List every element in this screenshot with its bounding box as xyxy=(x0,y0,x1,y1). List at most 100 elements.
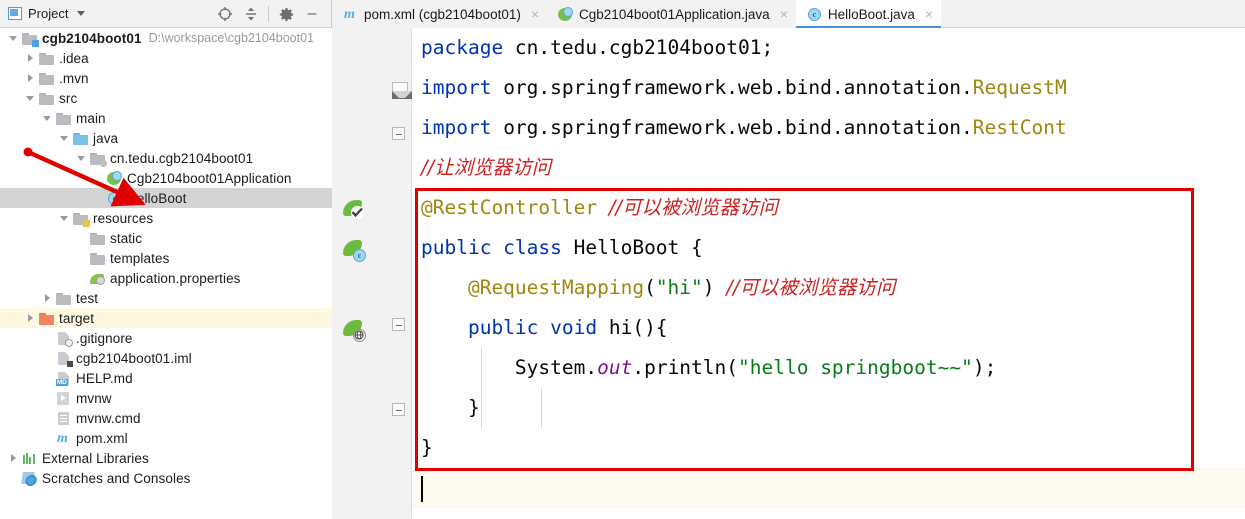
project-title-dropdown[interactable]: Project xyxy=(0,6,86,21)
chevron-right-icon[interactable] xyxy=(42,293,53,304)
fold-marker-import-2[interactable] xyxy=(392,127,405,140)
code-token: package xyxy=(421,36,515,59)
editor-tab-helloboot-java[interactable]: c HelloBoot.java × xyxy=(795,0,942,28)
tree-item-help-md[interactable]: MD HELP.md xyxy=(0,368,332,388)
tree-item-label: java xyxy=(93,130,119,146)
source-root-icon xyxy=(72,131,89,146)
editor-tab-pom-xml-cgb2104boot01[interactable]: m pom.xml (cgb2104boot01) × xyxy=(332,0,548,28)
tree-item-label: pom.xml xyxy=(76,430,128,446)
tree-item-test[interactable]: test xyxy=(0,288,332,308)
project-tree[interactable]: cgb2104boot01 D:\workspace\cgb2104boot01.… xyxy=(0,28,332,519)
chevron-right-icon[interactable] xyxy=(25,73,36,84)
editor-tab-cgb2104boot01application-java[interactable]: Cgb2104boot01Application.java × xyxy=(547,0,796,28)
close-icon[interactable]: × xyxy=(531,7,539,21)
code-line: package cn.tedu.cgb2104boot01; xyxy=(421,28,773,68)
ide-window: Project cgb2104boot01 D:\workspace\cgb21… xyxy=(0,0,1245,519)
tree-item-target[interactable]: target xyxy=(0,308,332,328)
code-token: @RestController xyxy=(421,196,609,219)
chevron-down-icon[interactable] xyxy=(42,113,53,124)
minimize-icon[interactable] xyxy=(299,1,325,27)
tree-item-pom-xml[interactable]: m pom.xml xyxy=(0,428,332,448)
tree-item-main[interactable]: main xyxy=(0,108,332,128)
toolbar-divider xyxy=(268,6,269,22)
tree-item-resources[interactable]: resources xyxy=(0,208,332,228)
tree-item-label: templates xyxy=(110,250,170,266)
tree-item-mvn[interactable]: .mvn xyxy=(0,68,332,88)
maven-file-icon: m xyxy=(57,430,68,446)
tree-item-label: target xyxy=(59,310,95,326)
project-title: Project xyxy=(28,6,69,21)
collapse-all-icon[interactable] xyxy=(238,1,264,27)
chevron-down-icon[interactable] xyxy=(59,133,70,144)
tree-item-label: .mvn xyxy=(59,70,89,86)
spring-class-icon xyxy=(557,6,574,22)
chevron-right-icon[interactable] xyxy=(25,313,36,324)
tree-item-static[interactable]: static xyxy=(0,228,332,248)
editor-gutter[interactable]: c xyxy=(332,28,412,519)
tree-item-idea[interactable]: .idea xyxy=(0,48,332,68)
tree-item-cgb2104boot01[interactable]: cgb2104boot01 D:\workspace\cgb2104boot01 xyxy=(0,28,332,48)
folder-icon xyxy=(89,231,106,246)
tree-item-mvnw[interactable]: mvnw xyxy=(0,388,332,408)
code-line: import org.springframework.web.bind.anno… xyxy=(421,108,1067,148)
code-token: } xyxy=(421,436,433,459)
close-icon[interactable]: × xyxy=(780,7,788,21)
gear-icon[interactable] xyxy=(273,1,299,27)
tree-item-cn-tedu-cgb2104boot01[interactable]: cn.tedu.cgb2104boot01 xyxy=(0,148,332,168)
tree-item-application-properties[interactable]: application.properties xyxy=(0,268,332,288)
spring-class-icon xyxy=(106,170,123,186)
code-content[interactable]: package cn.tedu.cgb2104boot01; import org… xyxy=(413,28,1245,519)
fold-marker-class[interactable] xyxy=(392,403,405,416)
fold-marker-method[interactable] xyxy=(392,318,405,331)
editor-tab-label: HelloBoot.java xyxy=(827,6,915,22)
java-class-icon: c xyxy=(106,191,123,206)
project-toolbar-actions xyxy=(212,0,325,28)
chevron-down-icon[interactable] xyxy=(77,11,86,16)
code-token: //可以被浏览器访问 xyxy=(726,276,896,299)
code-token: //让浏览器访问 xyxy=(421,156,552,179)
spring-bean-checked-icon[interactable] xyxy=(342,198,364,220)
code-line: public class HelloBoot { xyxy=(421,228,703,268)
spring-class-icon[interactable]: c xyxy=(342,238,366,262)
folder-icon xyxy=(89,251,106,266)
package-icon xyxy=(89,151,107,167)
tree-item-helloboot[interactable]: c HelloBoot xyxy=(0,188,332,208)
project-toolbar: Project xyxy=(0,0,331,28)
chevron-down-icon[interactable] xyxy=(8,33,19,44)
chevron-down-icon[interactable] xyxy=(76,153,87,164)
tree-item-gitignore[interactable]: .gitignore xyxy=(0,328,332,348)
editor-tabs: m pom.xml (cgb2104boot01) × Cgb2104boot01Ap… xyxy=(332,0,1245,28)
tree-item-scratches-and-consoles[interactable]: Scratches and Consoles xyxy=(0,468,332,488)
spring-mapping-icon[interactable] xyxy=(342,318,366,342)
chevron-right-icon[interactable] xyxy=(8,453,19,464)
chevron-down-icon[interactable] xyxy=(59,213,70,224)
project-window-icon xyxy=(8,7,22,20)
code-token: org.springframework.web.bind.annotation. xyxy=(503,116,973,139)
tree-item-src[interactable]: src xyxy=(0,88,332,108)
tree-item-templates[interactable]: templates xyxy=(0,248,332,268)
maven-file-icon: m xyxy=(344,6,355,22)
chevron-down-icon[interactable] xyxy=(25,93,36,104)
tree-item-mvnw-cmd[interactable]: mvnw.cmd xyxy=(0,408,332,428)
close-icon[interactable]: × xyxy=(925,7,933,21)
fold-marker-imports[interactable] xyxy=(392,82,412,99)
tree-item-external-libraries[interactable]: External Libraries xyxy=(0,448,332,468)
code-token: cn.tedu.cgb2104boot01; xyxy=(514,36,774,59)
cmd-file-icon xyxy=(55,411,72,426)
module-folder-icon xyxy=(21,31,39,47)
run-script-icon xyxy=(55,391,72,406)
text-caret xyxy=(421,476,423,502)
tree-item-cgb2104boot01application[interactable]: Cgb2104boot01Application xyxy=(0,168,332,188)
chevron-right-icon[interactable] xyxy=(25,53,36,64)
tree-item-label: HelloBoot xyxy=(127,190,187,206)
tree-item-cgb2104boot01-iml[interactable]: cgb2104boot01.iml xyxy=(0,348,332,368)
code-token: import xyxy=(421,116,504,139)
tree-item-java[interactable]: java xyxy=(0,128,332,148)
locate-icon[interactable] xyxy=(212,1,238,27)
